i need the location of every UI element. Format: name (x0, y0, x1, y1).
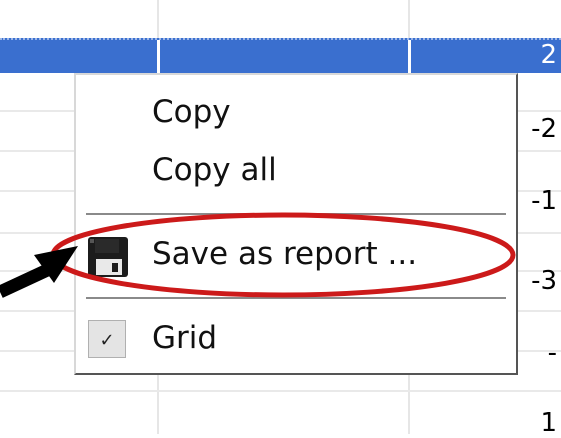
cell-value[interactable]: -2 (531, 114, 557, 144)
menu-item-label: Save as report ... (152, 236, 418, 272)
menu-item-label: Copy all (152, 152, 277, 188)
menu-item-label: Grid (152, 320, 218, 356)
row-divider (0, 390, 561, 392)
cell-separator (408, 40, 411, 73)
menu-separator (86, 213, 506, 217)
checkmark-icon: ✓ (88, 320, 126, 358)
selected-cell-value[interactable]: 2 (540, 40, 557, 70)
menu-item-copy-all[interactable]: Copy all (76, 141, 516, 199)
menu-item-label: Copy (152, 94, 231, 130)
menu-item-save-as-report[interactable]: Save as report ... (76, 225, 516, 283)
context-menu: Copy Copy all Save as report ... ✓ Grid (74, 73, 518, 375)
menu-item-grid[interactable]: ✓ Grid (76, 309, 516, 367)
floppy-disk-icon (86, 235, 130, 279)
cell-separator (157, 40, 160, 73)
selected-row[interactable]: 2 (0, 38, 561, 73)
cell-value[interactable]: - (548, 338, 557, 368)
menu-separator (86, 297, 506, 301)
menu-item-copy[interactable]: Copy (76, 83, 516, 141)
cell-value[interactable]: -3 (531, 266, 557, 296)
cell-value[interactable]: -1 (531, 186, 557, 216)
